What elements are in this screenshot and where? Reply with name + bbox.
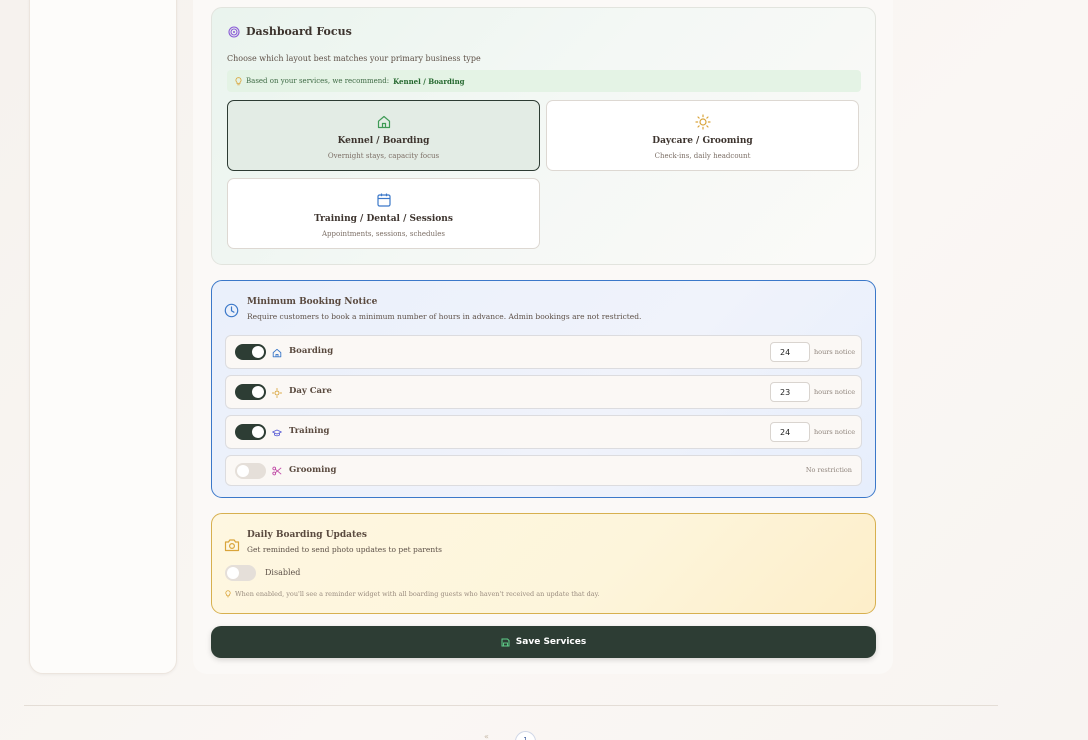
notice-row-grooming: Grooming No restriction	[225, 455, 862, 486]
dashboard-focus-header: Dashboard Focus	[228, 25, 352, 38]
booking-notice-subtitle: Require customers to book a minimum numb…	[247, 312, 642, 321]
save-services-button[interactable]: Save Services	[211, 626, 876, 658]
recommendation-text: Based on your services, we recommend:	[246, 77, 390, 85]
recommendation-value: Kennel / Boarding	[393, 76, 465, 86]
dashboard-focus-subtitle: Choose which layout best matches your pr…	[227, 54, 481, 63]
sun-icon	[272, 388, 282, 398]
graduation-cap-icon	[272, 429, 282, 437]
training-toggle[interactable]	[235, 424, 266, 440]
booking-notice-title: Minimum Booking Notice	[247, 297, 378, 307]
boarding-toggle[interactable]	[235, 344, 266, 360]
lightbulb-icon	[225, 590, 231, 598]
clock-icon	[224, 303, 239, 318]
day-care-hours-input[interactable]	[770, 382, 810, 402]
house-icon	[377, 115, 390, 129]
hours-unit: hours notice	[814, 428, 856, 436]
daily-updates-title: Daily Boarding Updates	[247, 530, 367, 540]
focus-option-daycare-grooming[interactable]: Daycare / Grooming Check-ins, daily head…	[546, 100, 859, 171]
row-label: Training	[289, 426, 330, 436]
daily-boarding-updates-card: Daily Boarding Updates Get reminded to s…	[211, 513, 876, 614]
minimum-booking-notice-card: Minimum Booking Notice Require customers…	[211, 280, 876, 498]
notice-row-boarding: Boarding hours notice	[225, 335, 862, 369]
focus-option-title: Daycare / Grooming	[652, 136, 753, 146]
focus-option-title: Training / Dental / Sessions	[314, 214, 453, 224]
focus-option-training-sessions[interactable]: Training / Dental / Sessions Appointment…	[227, 178, 540, 249]
notice-row-training: Training hours notice	[225, 415, 862, 449]
hours-unit: hours notice	[814, 388, 856, 396]
focus-option-desc: Appointments, sessions, schedules	[322, 230, 445, 238]
focus-option-desc: Check-ins, daily headcount	[654, 152, 751, 160]
footer-divider	[24, 705, 998, 706]
target-icon	[228, 25, 240, 38]
sun-icon	[694, 114, 711, 130]
scissors-icon	[272, 466, 282, 476]
recommendation-banner: Based on your services, we recommend: Ke…	[227, 70, 861, 92]
dashboard-focus-title: Dashboard Focus	[246, 25, 352, 38]
calendar-icon	[376, 193, 391, 207]
sidebar	[29, 0, 177, 674]
lightbulb-icon	[235, 76, 242, 85]
focus-option-desc: Overnight stays, capacity focus	[327, 152, 440, 160]
pagination-prev[interactable]: «	[484, 732, 489, 740]
row-label: Day Care	[289, 386, 332, 396]
no-restriction-status: No restriction	[805, 466, 852, 474]
daily-updates-state: Disabled	[265, 568, 301, 577]
daily-hint-text: When enabled, you'll see a reminder widg…	[235, 590, 600, 598]
daily-updates-toggle[interactable]	[225, 565, 256, 581]
focus-option-title: Kennel / Boarding	[337, 136, 430, 146]
camera-icon	[224, 539, 240, 552]
focus-option-kennel-boarding[interactable]: Kennel / Boarding Overnight stays, capac…	[227, 100, 540, 171]
house-icon	[272, 348, 282, 358]
daily-updates-subtitle: Get reminded to send photo updates to pe…	[247, 545, 443, 554]
dashboard-focus-card: Dashboard Focus Choose which layout best…	[211, 7, 876, 265]
pagination-current-page[interactable]: 1	[515, 731, 536, 740]
row-label: Grooming	[289, 465, 337, 475]
save-icon	[501, 638, 510, 646]
hours-unit: hours notice	[814, 348, 856, 356]
training-hours-input[interactable]	[770, 422, 810, 442]
daily-updates-hint: When enabled, you'll see a reminder widg…	[225, 590, 600, 598]
day-care-toggle[interactable]	[235, 384, 266, 400]
grooming-toggle[interactable]	[235, 463, 266, 479]
save-services-label: Save Services	[515, 637, 587, 647]
row-label: Boarding	[289, 346, 334, 356]
boarding-hours-input[interactable]	[770, 342, 810, 362]
notice-row-day-care: Day Care hours notice	[225, 375, 862, 409]
